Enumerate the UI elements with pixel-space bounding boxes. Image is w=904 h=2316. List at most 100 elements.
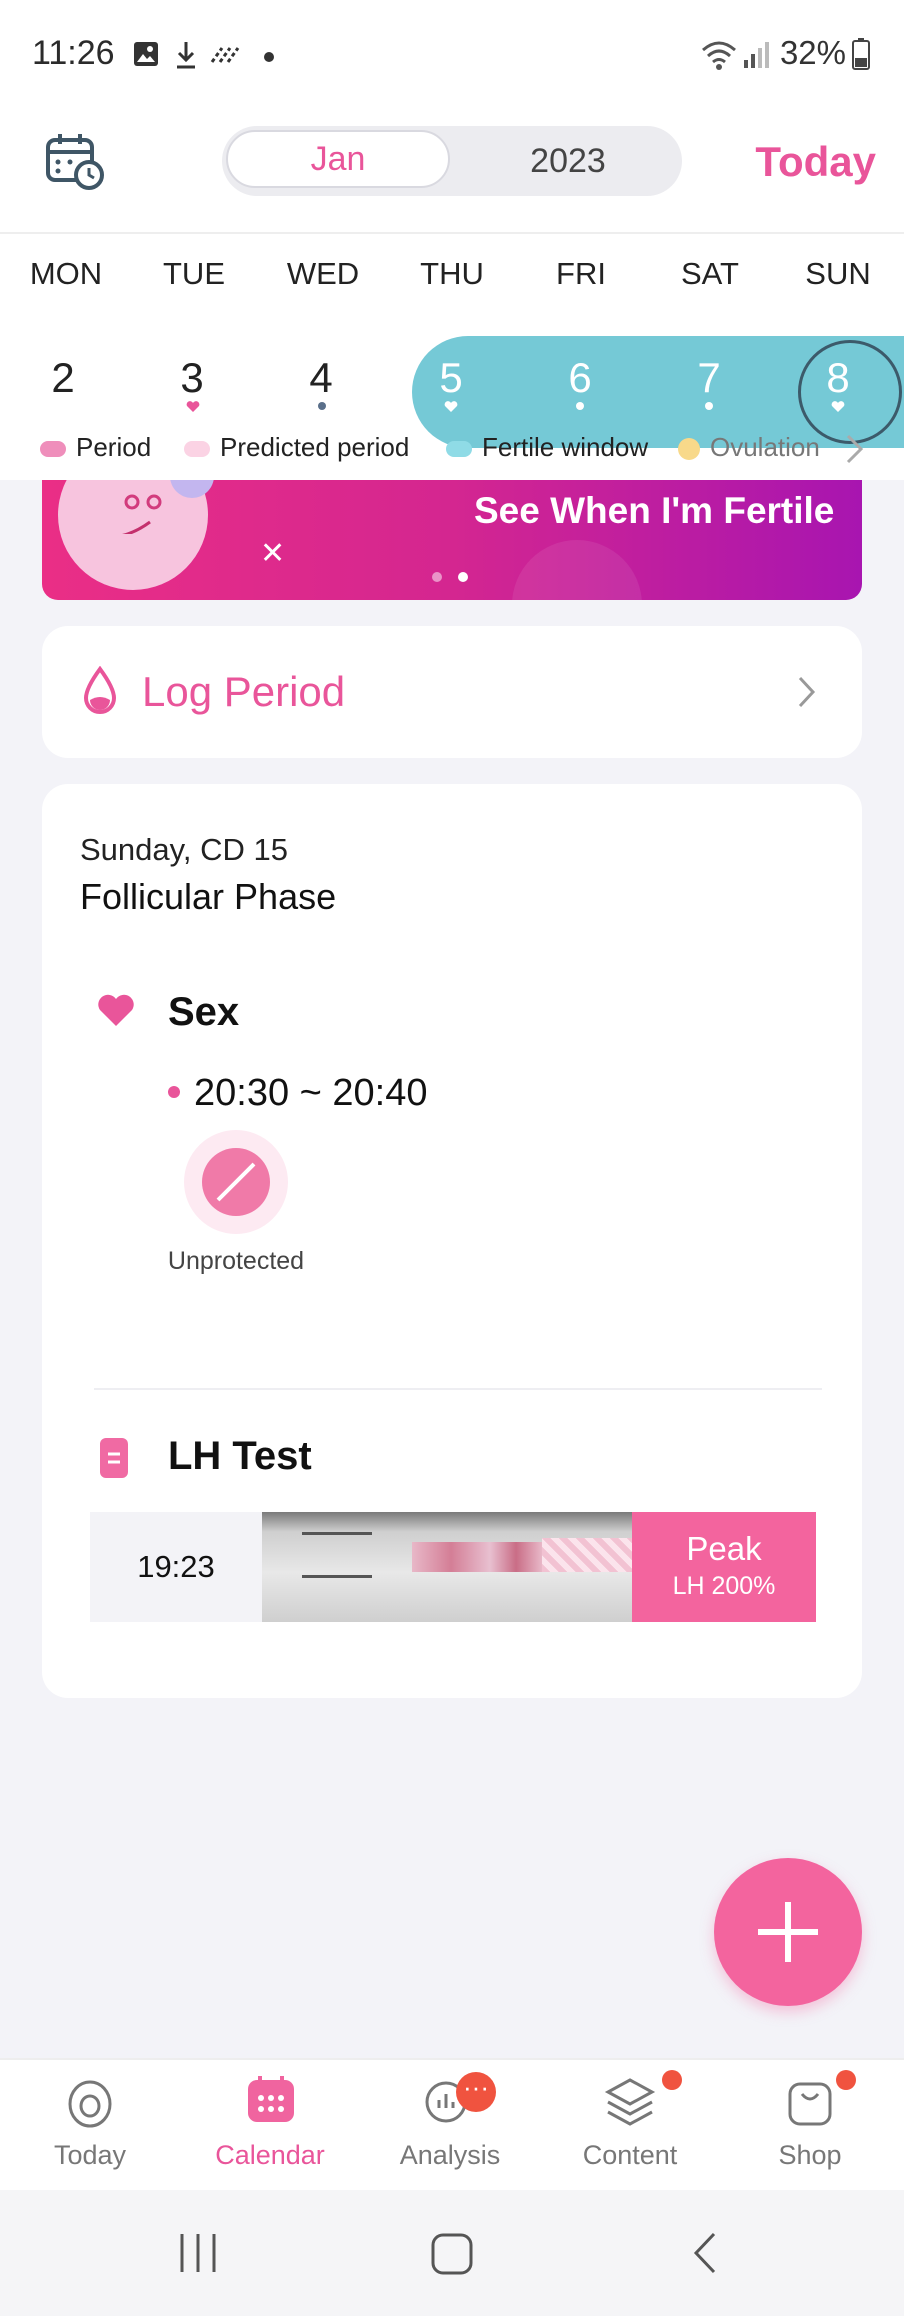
home-icon[interactable] — [430, 2232, 474, 2281]
lh-result-badge: Peak LH 200% — [632, 1512, 816, 1622]
heart-icon — [96, 994, 136, 1033]
heart-marker-icon — [186, 400, 200, 418]
more-notifications-icon — [264, 52, 274, 62]
battery-percentage: 32% — [779, 34, 846, 71]
sex-time-range: 20:30 ~ 20:40 — [194, 1072, 428, 1114]
egg-icon — [66, 2076, 114, 2133]
lh-test-icon — [100, 1438, 128, 1483]
day-name-mon: MON — [29, 256, 103, 291]
drop-icon — [80, 665, 120, 723]
status-bar: 11:26 32% — [0, 0, 904, 112]
month-tab[interactable]: Jan — [226, 130, 450, 188]
unprotected-label: Unprotected — [167, 1247, 305, 1275]
predicted-swatch — [184, 441, 210, 458]
cycle-day-label: Sunday, CD 15 — [80, 832, 288, 867]
log-dot — [318, 402, 326, 410]
heart-marker-icon — [444, 400, 458, 418]
ovulation-icon — [678, 438, 700, 461]
date-cell[interactable]: 6 — [520, 354, 640, 402]
bottom-navigation: Today Calendar ··· Analysis Content Shop — [0, 2058, 904, 2192]
legend-label: Period — [76, 432, 152, 462]
date-cell[interactable]: 8 — [778, 354, 898, 402]
shopping-bag-icon — [786, 2076, 834, 2133]
date-cell[interactable]: 2 — [3, 354, 123, 402]
legend-fertile: Fertile window — [446, 432, 648, 463]
date-cell[interactable]: 7 — [649, 354, 769, 402]
log-dot — [576, 402, 584, 410]
sex-section-title: Sex — [168, 990, 240, 1034]
chevron-right-icon — [796, 674, 818, 715]
date-cell[interactable]: 5 — [391, 354, 511, 402]
recent-apps-icon[interactable] — [176, 2232, 222, 2279]
log-period-label: Log Period — [142, 668, 346, 715]
year-tab[interactable]: 2023 — [458, 130, 678, 192]
nav-label: Today — [53, 2140, 127, 2170]
legend-period: Period — [40, 432, 151, 463]
log-period-card[interactable]: Log Period — [42, 626, 862, 758]
calendar-header: Jan 2023 Today — [0, 112, 904, 234]
lh-test-section-title: LH Test — [168, 1434, 312, 1478]
lh-result-value: LH 200% — [672, 1572, 776, 1600]
lh-test-time: 19:23 — [137, 1549, 215, 1584]
day-name-thu: THU — [420, 256, 484, 291]
nav-today[interactable]: Today — [0, 2060, 180, 2192]
layers-icon — [604, 2076, 656, 2133]
legend-label: Predicted period — [220, 432, 410, 462]
lh-test-strip-photo — [262, 1512, 632, 1622]
nav-analysis[interactable]: ··· Analysis — [360, 2060, 540, 2192]
carousel-dot — [432, 572, 442, 582]
signal-icon — [742, 40, 770, 75]
legend-predicted: Predicted period — [184, 432, 409, 463]
carousel-dot-active — [458, 572, 468, 582]
system-navigation-bar — [0, 2190, 904, 2316]
legend-ovulation: Ovulation — [678, 432, 820, 463]
period-swatch — [40, 441, 66, 458]
date-cell[interactable]: 4 — [261, 354, 381, 402]
legend-chevron-right-icon[interactable] — [844, 432, 866, 471]
legend-label: Ovulation — [710, 432, 820, 462]
sparkle-icon: ✕ — [260, 537, 286, 570]
status-time: 11:26 — [32, 34, 115, 72]
plus-icon — [758, 1902, 818, 1962]
day-name-sun: SUN — [805, 256, 871, 291]
unprotected-icon[interactable] — [184, 1130, 288, 1234]
missed-call-icon — [210, 44, 244, 69]
lh-test-entry[interactable]: 19:23 Peak LH 200% — [90, 1512, 816, 1622]
add-record-button[interactable] — [714, 1858, 862, 2006]
day-name-tue: TUE — [163, 256, 225, 291]
heart-marker-icon — [831, 400, 845, 418]
week-strip: MON TUE WED THU FRI SAT SUN 2 3 4 5 6 7 … — [0, 234, 904, 480]
calendar-icon — [246, 2074, 296, 2129]
nav-calendar[interactable]: Calendar — [180, 2060, 360, 2192]
promo-banner[interactable]: ✕ See When I'm Fertile — [42, 480, 862, 600]
nav-label: Analysis — [399, 2140, 501, 2170]
back-icon[interactable] — [690, 2230, 720, 2281]
legend-label: Fertile window — [482, 432, 649, 462]
nav-label: Content — [582, 2140, 678, 2170]
date-cell[interactable]: 3 — [132, 354, 252, 402]
phase-label: Follicular Phase — [80, 876, 337, 917]
today-button[interactable]: Today — [755, 138, 876, 186]
day-name-fri: FRI — [556, 256, 606, 291]
month-year-selector: Jan 2023 — [222, 126, 682, 196]
notification-dot — [836, 2070, 856, 2090]
bullet-dot — [168, 1086, 180, 1098]
download-icon — [174, 40, 198, 75]
nav-shop[interactable]: Shop — [720, 2060, 900, 2192]
calendar-history-icon[interactable] — [44, 132, 106, 190]
notification-dot — [662, 2070, 682, 2090]
nav-content[interactable]: Content — [540, 2060, 720, 2192]
nav-label: Shop — [778, 2140, 842, 2170]
log-dot — [705, 402, 713, 410]
battery-icon — [852, 38, 870, 75]
gallery-notification-icon — [132, 40, 160, 73]
lh-result-label: Peak — [686, 1530, 762, 1567]
nav-label: Calendar — [215, 2140, 325, 2170]
day-detail-card: Sunday, CD 15 Follicular Phase Sex 20:30… — [42, 784, 862, 1698]
day-name-sat: SAT — [681, 256, 739, 291]
wifi-icon — [700, 38, 738, 75]
banner-bubble — [512, 540, 642, 600]
chat-badge-icon: ··· — [456, 2072, 496, 2112]
mascot-eyes — [89, 494, 190, 539]
day-name-wed: WED — [286, 256, 360, 291]
